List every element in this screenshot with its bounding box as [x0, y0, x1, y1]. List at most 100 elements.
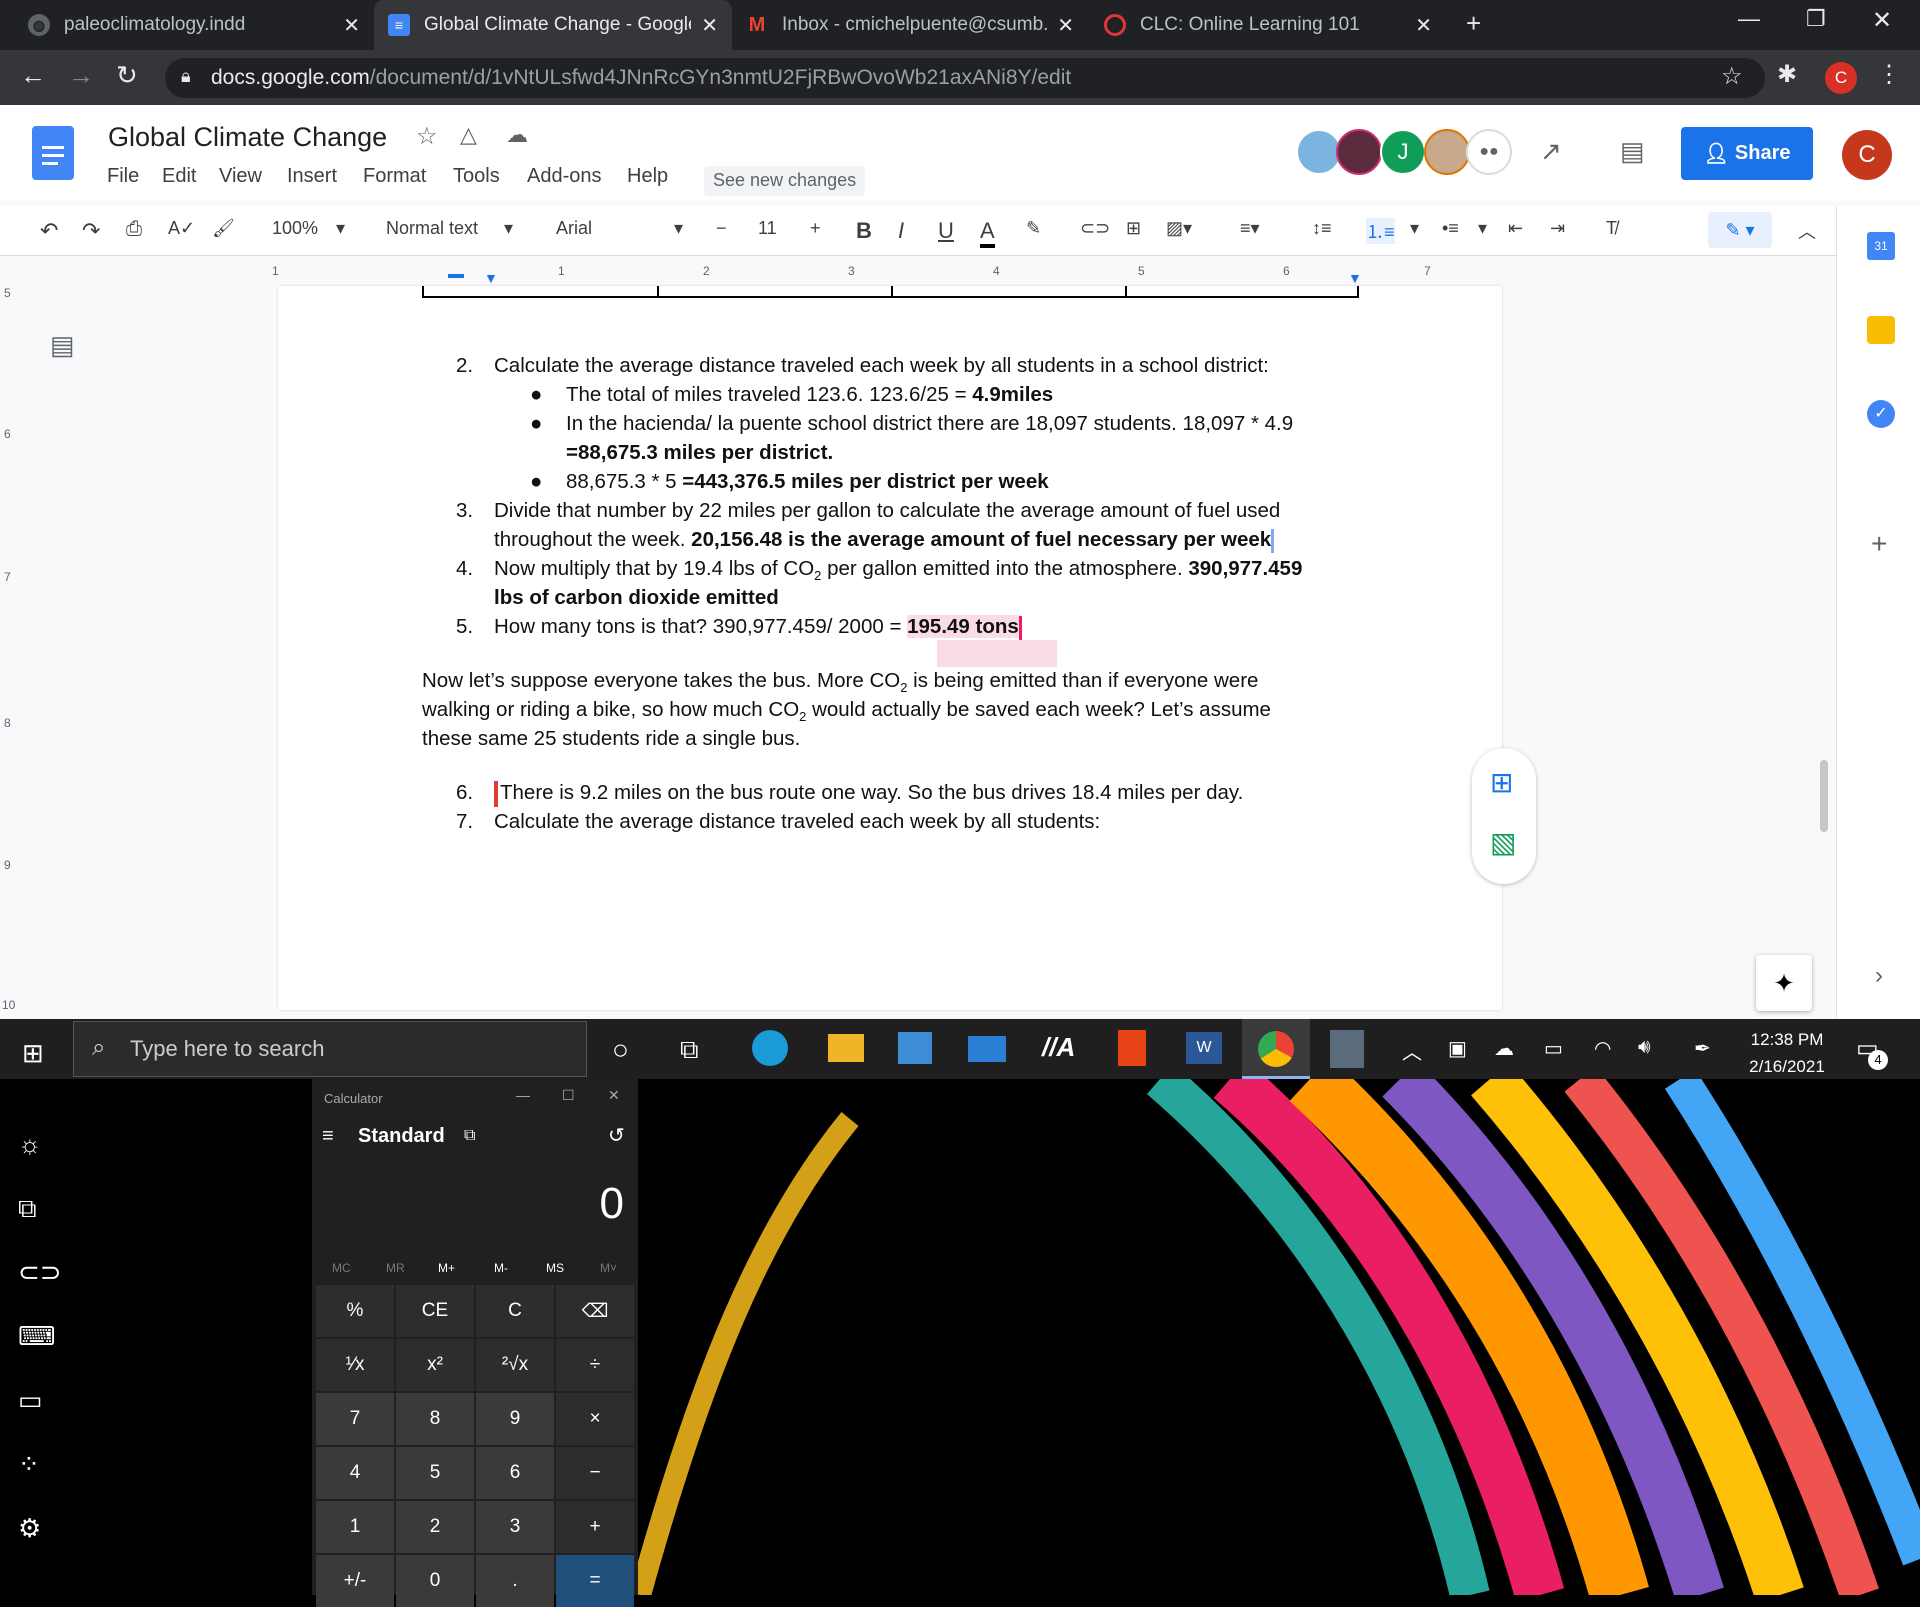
- move-to-drive-icon[interactable]: △: [460, 122, 477, 148]
- docs-logo-icon[interactable]: [32, 126, 74, 180]
- edge-icon[interactable]: [752, 1030, 788, 1066]
- clear-formatting-icon[interactable]: T̸: [1606, 218, 1617, 239]
- keep-on-top-icon[interactable]: ⧉: [464, 1127, 475, 1145]
- memory-list-button[interactable]: M˅: [600, 1261, 617, 1275]
- extensions-icon[interactable]: ✱: [1777, 60, 1797, 89]
- backspace-button[interactable]: ⌫: [556, 1285, 634, 1337]
- pen-icon[interactable]: ✒: [1694, 1036, 1711, 1061]
- bulleted-list-icon[interactable]: •≡: [1442, 218, 1459, 239]
- window-close-icon[interactable]: ✕: [1872, 6, 1892, 35]
- font-size-input[interactable]: 11: [758, 218, 777, 239]
- see-new-changes-button[interactable]: See new changes: [704, 166, 866, 196]
- close-icon[interactable]: ✕: [1415, 13, 1432, 38]
- explore-icon[interactable]: ✦: [1756, 955, 1812, 1011]
- tab-inbox[interactable]: M Inbox - cmichelpuente@csumb.e ✕: [732, 0, 1088, 50]
- bold-icon[interactable]: B: [856, 218, 872, 244]
- office-icon[interactable]: [1118, 1030, 1146, 1066]
- maximize-icon[interactable]: ☐: [562, 1087, 575, 1104]
- print-icon[interactable]: ⎙: [126, 218, 142, 241]
- forward-icon[interactable]: →: [68, 60, 94, 91]
- onedrive-icon[interactable]: ☁: [1494, 1036, 1514, 1061]
- chevron-down-icon[interactable]: ▾: [336, 218, 345, 239]
- scrollbar-thumb[interactable]: [1820, 760, 1828, 832]
- task-view-icon[interactable]: ⧉: [680, 1034, 699, 1066]
- collaborator-avatar[interactable]: [1424, 129, 1470, 175]
- doc-title[interactable]: Global Climate Change: [108, 122, 387, 153]
- chevron-down-icon[interactable]: ▾: [674, 218, 683, 239]
- add-comment-icon[interactable]: ⊞: [1126, 218, 1141, 239]
- line-spacing-icon[interactable]: ↕≡: [1312, 218, 1332, 239]
- divide-button[interactable]: ÷: [556, 1339, 634, 1391]
- menu-addons[interactable]: Add-ons: [527, 165, 602, 188]
- memory-subtract-button[interactable]: M-: [494, 1261, 508, 1275]
- calculator-taskbar-icon[interactable]: [1330, 1030, 1364, 1068]
- digit-0-button[interactable]: 0: [396, 1555, 474, 1607]
- menu-format[interactable]: Format: [363, 165, 426, 188]
- close-icon[interactable]: ✕: [701, 13, 718, 38]
- settings-gear-icon[interactable]: ⚙: [18, 1513, 41, 1544]
- clear-entry-button[interactable]: CE: [396, 1285, 474, 1337]
- chevron-down-icon[interactable]: ▾: [1478, 218, 1487, 239]
- close-icon[interactable]: ✕: [343, 13, 360, 38]
- windows-start-icon[interactable]: ⊞: [22, 1038, 44, 1069]
- insert-image-icon[interactable]: ▨▾: [1166, 218, 1192, 239]
- add-comment-icon[interactable]: ⊞: [1490, 766, 1513, 799]
- numbered-list-icon[interactable]: ⒈≡: [1366, 218, 1395, 244]
- word-icon[interactable]: W: [1186, 1032, 1222, 1064]
- digit-5-button[interactable]: 5: [396, 1447, 474, 1499]
- file-explorer-icon[interactable]: [828, 1034, 864, 1062]
- keyboard-icon[interactable]: ⌨: [18, 1321, 56, 1352]
- laptop-icon[interactable]: ▭: [18, 1385, 43, 1416]
- new-tab-icon[interactable]: +: [1466, 8, 1481, 39]
- decrease-indent-icon[interactable]: ⇤: [1508, 218, 1523, 239]
- collaborator-avatar[interactable]: J: [1380, 129, 1426, 175]
- store-icon[interactable]: [898, 1032, 932, 1064]
- clear-button[interactable]: C: [476, 1285, 554, 1337]
- account-avatar[interactable]: C: [1842, 130, 1892, 180]
- document-outline-icon[interactable]: ▤: [50, 330, 75, 361]
- show-hidden-icons[interactable]: ︿: [1402, 1036, 1422, 1065]
- brightness-icon[interactable]: ☼: [18, 1129, 42, 1160]
- add-button[interactable]: +: [556, 1501, 634, 1553]
- star-icon[interactable]: ☆: [416, 122, 438, 151]
- digit-6-button[interactable]: 6: [476, 1447, 554, 1499]
- close-icon[interactable]: ✕: [608, 1087, 620, 1104]
- history-icon[interactable]: ↺: [608, 1123, 625, 1148]
- app-icon[interactable]: //A: [1042, 1032, 1075, 1063]
- tab-paleoclimatology[interactable]: ◍ paleoclimatology.indd ✕: [14, 0, 374, 50]
- bookmark-star-icon[interactable]: ☆: [1721, 62, 1743, 91]
- multiply-button[interactable]: ×: [556, 1393, 634, 1445]
- menu-view[interactable]: View: [219, 165, 262, 188]
- increase-font-size-icon[interactable]: +: [810, 218, 821, 239]
- digit-4-button[interactable]: 4: [316, 1447, 394, 1499]
- meet-icon[interactable]: ▣: [1448, 1036, 1467, 1061]
- subtract-button[interactable]: −: [556, 1447, 634, 1499]
- reciprocal-button[interactable]: ¹⁄x: [316, 1339, 394, 1391]
- redo-icon[interactable]: ↷: [82, 218, 100, 244]
- font-select[interactable]: Arial: [556, 218, 592, 239]
- calendar-icon[interactable]: 31: [1867, 232, 1895, 260]
- volume-icon[interactable]: 🔊︎: [1638, 1036, 1651, 1059]
- left-indent-marker[interactable]: ▼: [484, 270, 498, 286]
- italic-icon[interactable]: I: [898, 218, 904, 244]
- clock[interactable]: 12:38 PM 2/16/2021: [1744, 1026, 1830, 1080]
- menu-tools[interactable]: Tools: [453, 165, 500, 188]
- back-icon[interactable]: ←: [20, 60, 46, 91]
- more-collaborators-icon[interactable]: ●●: [1466, 129, 1512, 175]
- menu-file[interactable]: File: [107, 165, 139, 188]
- minimize-icon[interactable]: —: [1738, 6, 1760, 32]
- collaborator-avatar[interactable]: [1336, 129, 1382, 175]
- editing-mode-icon[interactable]: ✎ ▾: [1708, 212, 1772, 248]
- text-color-icon[interactable]: A: [980, 218, 995, 248]
- close-icon[interactable]: ✕: [1057, 13, 1074, 38]
- digit-9-button[interactable]: 9: [476, 1393, 554, 1445]
- tab-global-climate-change[interactable]: ≡ Global Climate Change - Google ✕: [374, 0, 732, 50]
- memory-store-button[interactable]: MS: [546, 1261, 564, 1275]
- wifi-icon[interactable]: ◠: [1594, 1036, 1611, 1061]
- tab-clc[interactable]: CLC: Online Learning 101 ✕: [1090, 0, 1446, 50]
- undo-icon[interactable]: ↶: [40, 218, 58, 244]
- horizontal-ruler[interactable]: 1 1 2 3 4 5 6 7 ▼ ▼: [0, 258, 1840, 286]
- profile-avatar[interactable]: C: [1825, 62, 1857, 94]
- keep-icon[interactable]: [1867, 316, 1895, 344]
- link-icon[interactable]: ⊂⊃: [18, 1257, 62, 1288]
